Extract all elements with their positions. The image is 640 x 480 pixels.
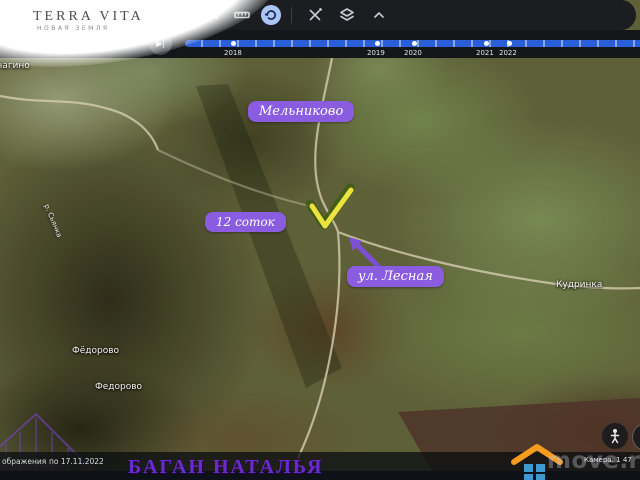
shadow-band <box>196 84 342 388</box>
year-label[interactable]: 2019 <box>367 49 385 57</box>
badge-ul-lesnaya: ул. Лесная <box>347 266 444 287</box>
moveru-window <box>536 464 545 472</box>
imagery-date: по 17.11.2022 <box>49 457 104 466</box>
engineering-icon[interactable] <box>302 3 328 27</box>
year-dot-2019[interactable] <box>375 41 380 46</box>
year-label[interactable]: 2022 <box>499 49 517 57</box>
agent-watermark: БАГАН НАТАЛЬЯ <box>128 456 323 479</box>
place-label-fedorovo: Федорово <box>95 382 142 392</box>
camera-status: Камера: 1 47 <box>584 456 632 464</box>
badge-12-sotok: 12 соток <box>205 212 286 232</box>
year-label[interactable]: 2020 <box>404 49 422 57</box>
moveru-window <box>524 474 533 480</box>
layers-icon[interactable] <box>334 3 360 27</box>
moveru-window <box>524 464 533 472</box>
pegman-button[interactable] <box>602 423 628 449</box>
app-window: Мельниково 12 соток ул. Лесная чагино Фё… <box>0 0 640 480</box>
imagery-credit: ображения <box>2 457 46 466</box>
toolbar-divider <box>291 7 292 23</box>
year-dot-2018[interactable] <box>231 41 236 46</box>
year-dot-2020[interactable] <box>412 41 417 46</box>
year-dot-2021[interactable] <box>484 41 489 46</box>
badge-melnikovo: Мельниково <box>248 101 354 122</box>
year-label[interactable]: 2021 <box>476 49 494 57</box>
year-label[interactable]: 2018 <box>224 49 242 57</box>
map-overlay <box>0 0 640 480</box>
pegman-icon <box>608 428 622 444</box>
brand-subtitle: НОВАЯ ЗЕМЛЯ <box>37 25 110 32</box>
place-label-fyodorovo: Фёдорово <box>72 346 119 356</box>
history-globe-icon[interactable] <box>261 5 281 25</box>
moveru-window <box>536 474 545 480</box>
place-label-kudrinka: Кудринка <box>556 280 602 290</box>
collapse-icon[interactable] <box>366 3 392 27</box>
yellow-check-mark <box>310 188 351 226</box>
year-dot-2022[interactable] <box>507 41 512 46</box>
brand-title: TERRA VITA <box>33 9 144 25</box>
